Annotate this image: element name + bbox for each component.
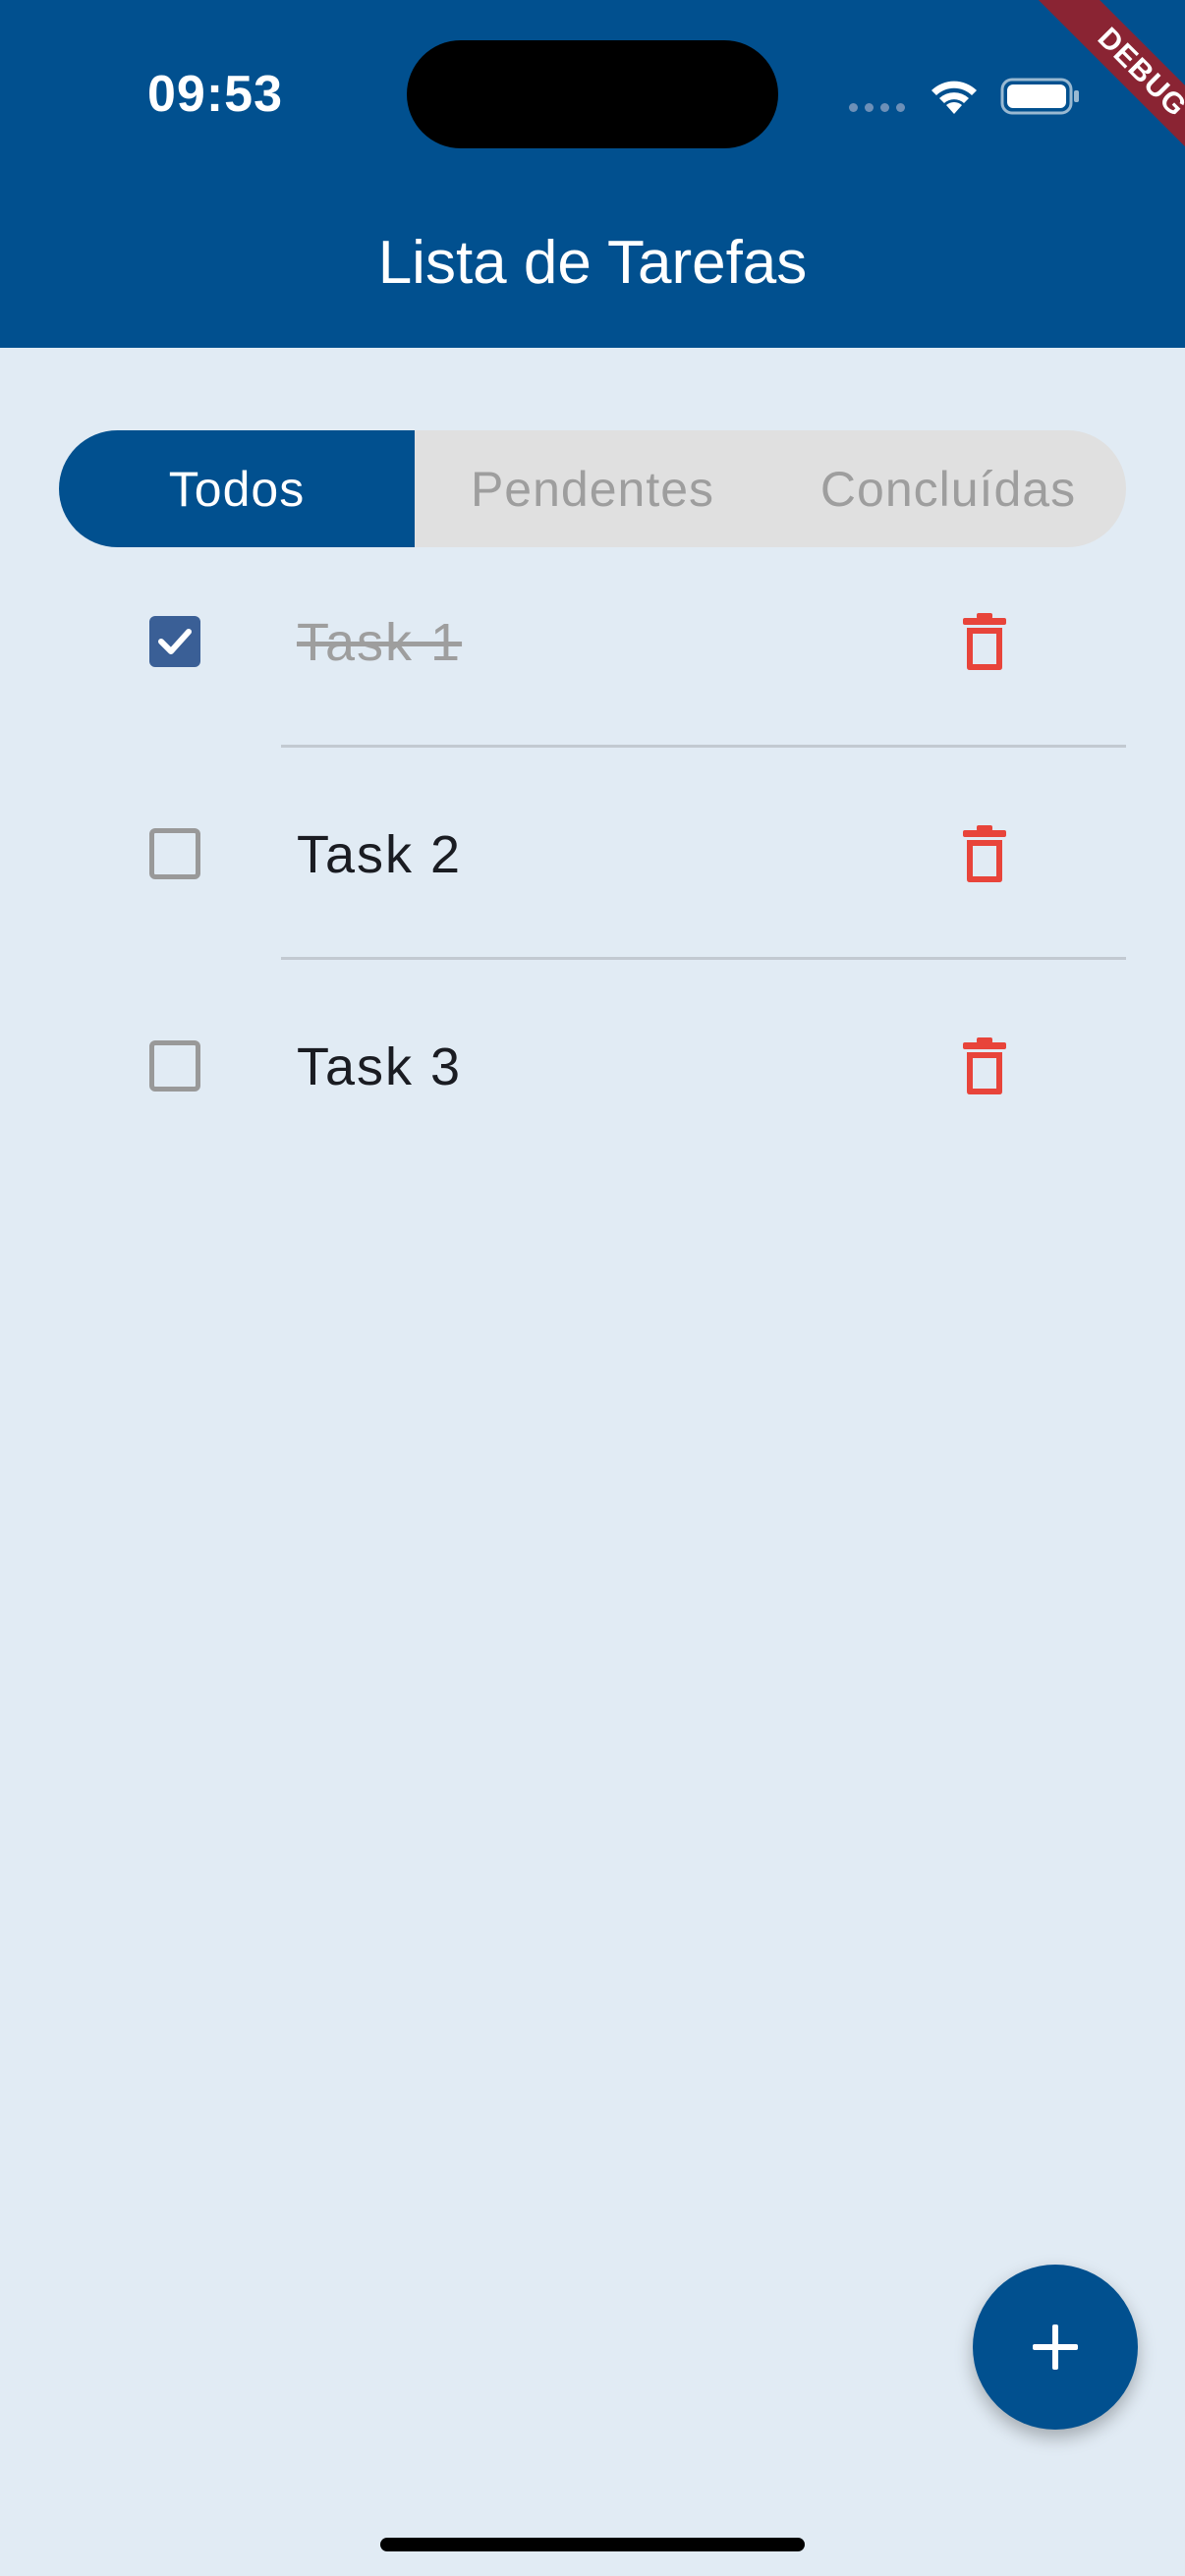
debug-banner: DEBUG: [969, 0, 1185, 216]
filter-segmented-control: Todos Pendentes Concluídas: [59, 430, 1126, 547]
plus-icon: [1033, 2324, 1078, 2370]
tab-concluidas[interactable]: Concluídas: [770, 430, 1126, 547]
task-title: Task 2: [297, 825, 463, 884]
divider: [281, 957, 1126, 960]
task-title: Task 1: [297, 613, 463, 672]
task-row: Task 1: [0, 537, 1185, 750]
cellular-signal-icon: [849, 103, 905, 112]
task-checkbox-checked[interactable]: [149, 616, 200, 667]
home-indicator[interactable]: [380, 2538, 805, 2551]
tab-todos[interactable]: Todos: [59, 430, 415, 547]
task-checkbox[interactable]: [149, 828, 200, 879]
add-task-button[interactable]: [973, 2265, 1138, 2430]
check-icon: [158, 629, 192, 654]
dynamic-island: [407, 40, 778, 148]
debug-banner-label: DEBUG: [1015, 0, 1185, 199]
page-title: Lista de Tarefas: [377, 229, 808, 297]
task-title: Task 3: [297, 1037, 463, 1096]
delete-task-button[interactable]: [959, 824, 1010, 883]
task-row: Task 3: [0, 962, 1185, 1174]
delete-task-button[interactable]: [959, 612, 1010, 671]
tab-pendentes[interactable]: Pendentes: [415, 430, 770, 547]
task-checkbox[interactable]: [149, 1040, 200, 1092]
status-bar-time: 09:53: [147, 66, 283, 123]
delete-task-button[interactable]: [959, 1036, 1010, 1095]
task-row: Task 2: [0, 750, 1185, 962]
divider: [281, 745, 1126, 748]
